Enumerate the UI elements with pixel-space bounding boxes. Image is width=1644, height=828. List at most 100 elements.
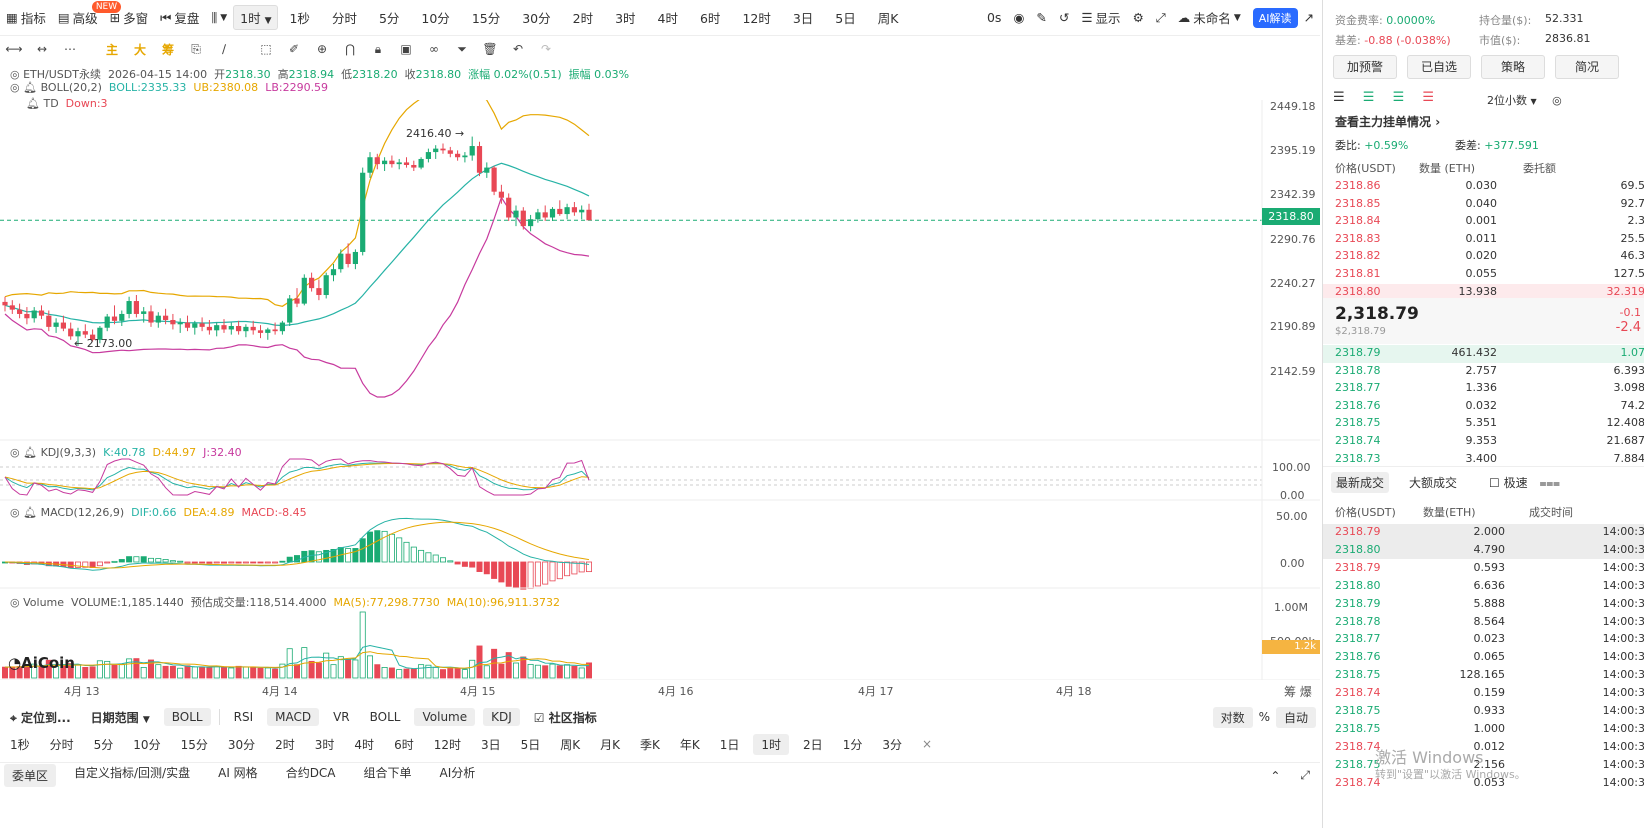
filter-icon[interactable]: ⏷	[448, 42, 476, 57]
timeframe-6[interactable]: 2时	[562, 8, 604, 27]
bottom-timeframe-14[interactable]: 月K	[590, 736, 630, 753]
bottom-timeframe-5[interactable]: 30分	[218, 736, 265, 753]
timeframe-selected[interactable]: 1时 ▼	[233, 5, 279, 30]
bottom-timeframe-3[interactable]: 10分	[123, 736, 170, 753]
order-tab-5[interactable]: AI分析	[426, 764, 490, 787]
dotted-line-icon[interactable]: ⋯	[56, 42, 84, 56]
grid-view-icon[interactable]: ☰	[1393, 90, 1405, 105]
log-scale-toggle[interactable]: 对数	[1212, 706, 1253, 728]
timeframe-8[interactable]: 4时	[647, 8, 689, 27]
indicator-macd[interactable]: MACD	[267, 708, 320, 726]
select-icon[interactable]: ⬚	[252, 42, 280, 56]
magnet-icon[interactable]: ⋂	[336, 42, 364, 56]
indicator-button[interactable]: ▦ 指标	[0, 0, 52, 36]
hline-icon[interactable]: ⟷	[0, 42, 28, 56]
undo-icon[interactable]: ↺	[1053, 0, 1075, 36]
order-tab-3[interactable]: 合约DCA	[272, 764, 350, 787]
timeframe-0[interactable]: 1秒	[278, 8, 320, 27]
indicator-volume[interactable]: Volume	[414, 708, 476, 726]
copy-icon[interactable]: ⎘	[182, 42, 210, 57]
overview-button[interactable]: 简况	[1555, 55, 1619, 79]
ray-icon[interactable]: ↔	[28, 42, 56, 56]
bottom-timeframe-7[interactable]: 3时	[305, 736, 345, 753]
order-tab-4[interactable]: 组合下单	[350, 764, 426, 787]
timeframe-1[interactable]: 分时	[321, 8, 368, 27]
order-tab-2[interactable]: AI 网格	[204, 764, 272, 787]
indicator-kdj[interactable]: KDJ	[483, 708, 520, 726]
tab-large-trades[interactable]: 大额成交	[1409, 474, 1457, 491]
brush-icon[interactable]: ✐	[280, 42, 308, 56]
locate-button[interactable]: ⌖ 定位到...	[0, 709, 81, 726]
bottom-timeframe-8[interactable]: 4时	[344, 736, 384, 753]
ask-row[interactable]: 2318.83 0.011 25.5	[1323, 231, 1644, 249]
display-button[interactable]: ☰ 显示	[1075, 0, 1126, 36]
camera-icon[interactable]: ◉	[1007, 0, 1030, 36]
undo-icon[interactable]: ↶	[504, 42, 532, 56]
watchlist-button[interactable]: 已自选	[1407, 55, 1471, 79]
fullscreen-icon[interactable]: ⤢	[1150, 0, 1172, 36]
bottom-timeframe-18[interactable]: 1时	[753, 733, 790, 755]
ask-side-icon[interactable]: ☰	[1422, 90, 1434, 105]
trash-icon[interactable]: 🗑︎	[476, 42, 504, 56]
bottom-timeframe-6[interactable]: 2时	[265, 736, 305, 753]
pen-icon[interactable]: ✎	[1030, 0, 1052, 36]
main-force-toggle[interactable]: 主	[98, 41, 126, 58]
timeframe-2[interactable]: 5分	[368, 8, 410, 27]
bottom-timeframe-15[interactable]: 季K	[630, 736, 670, 753]
bottom-timeframe-4[interactable]: 15分	[171, 736, 218, 753]
date-range-dropdown[interactable]: 日期范围 ▼	[81, 709, 160, 726]
timeframe-9[interactable]: 6时	[689, 8, 731, 27]
bid-row[interactable]: 2318.77 1.336 3.098	[1323, 380, 1644, 398]
percent-toggle[interactable]: %	[1257, 710, 1272, 724]
decimals-dropdown[interactable]: 2位小数 ▼ ◎	[1487, 92, 1562, 108]
order-tab-1[interactable]: 自定义指标/回测/实盘	[60, 764, 204, 787]
bottom-timeframe-1[interactable]: 分时	[40, 736, 84, 753]
lock-icon[interactable]: 🔒︎	[364, 42, 392, 57]
bottom-timeframe-19[interactable]: 2日	[793, 736, 833, 753]
auto-scale-toggle[interactable]: 自动	[1275, 706, 1316, 728]
bottom-timeframe-9[interactable]: 6时	[384, 736, 424, 753]
bottom-timeframe-17[interactable]: 1日	[710, 736, 750, 753]
timeframe-12[interactable]: 5日	[824, 8, 866, 27]
bottom-timeframe-10[interactable]: 12时	[424, 736, 471, 753]
ask-row[interactable]: 2318.84 0.001 2.3	[1323, 213, 1644, 231]
bid-row[interactable]: 2318.79 461.432 1.07	[1323, 345, 1644, 363]
replay-button[interactable]: ⏮ 复盘	[154, 0, 205, 36]
trend-icon[interactable]: ∕	[210, 42, 238, 56]
order-tab-0[interactable]: 委单区	[4, 764, 57, 787]
community-indicator-button[interactable]: ☑ 社区指标	[524, 709, 607, 726]
indicator-boll[interactable]: BOLL	[360, 710, 411, 724]
bottom-timeframe-11[interactable]: 3日	[471, 736, 511, 753]
image-icon[interactable]: ▣	[392, 42, 420, 56]
bid-row[interactable]: 2318.76 0.032 74.2	[1323, 398, 1644, 416]
indicator-boll-main[interactable]: BOLL	[163, 708, 211, 726]
strategy-button[interactable]: 策略	[1481, 55, 1545, 79]
chevron-up-icon[interactable]: ⌃	[1260, 769, 1290, 783]
ask-row[interactable]: 2318.85 0.040 92.7	[1323, 196, 1644, 214]
big-order-toggle[interactable]: 大	[126, 41, 154, 58]
price-chart[interactable]	[0, 100, 1320, 680]
fast-mode-toggle[interactable]: ☐ 极速 ⩶	[1489, 474, 1560, 491]
bottom-timeframe-0[interactable]: 1秒	[0, 736, 40, 753]
expand-icon[interactable]: ⤢	[1290, 768, 1320, 783]
timeframe-3[interactable]: 10分	[410, 8, 460, 27]
timeframe-10[interactable]: 12时	[731, 8, 781, 27]
main-orders-link[interactable]: 查看主力挂单情况 ›	[1335, 113, 1440, 130]
bottom-timeframe-20[interactable]: 1分	[833, 736, 873, 753]
advanced-button[interactable]: NEW ▤ 高级	[52, 0, 122, 36]
add-alert-button[interactable]: 加预警	[1333, 55, 1397, 79]
chip-toggle[interactable]: 筹	[154, 41, 182, 58]
timeframe-4[interactable]: 15分	[461, 8, 511, 27]
timeframe-5[interactable]: 30分	[511, 8, 561, 27]
chart-type-dropdown[interactable]: ⫼ ▼	[205, 0, 233, 36]
indicator-vr[interactable]: VR	[323, 710, 360, 724]
bottom-timeframe-12[interactable]: 5日	[511, 736, 551, 753]
timeframe-7[interactable]: 3时	[604, 8, 646, 27]
close-icon[interactable]: ×	[912, 737, 942, 751]
share-icon[interactable]: ↗	[1298, 0, 1320, 36]
both-sides-icon[interactable]: ☰	[1333, 90, 1345, 105]
tab-latest-trades[interactable]: 最新成交	[1331, 472, 1390, 493]
link-icon[interactable]: ∞	[420, 42, 448, 56]
bottom-timeframe-13[interactable]: 周K	[550, 736, 590, 753]
indicator-rsi[interactable]: RSI	[224, 710, 264, 724]
